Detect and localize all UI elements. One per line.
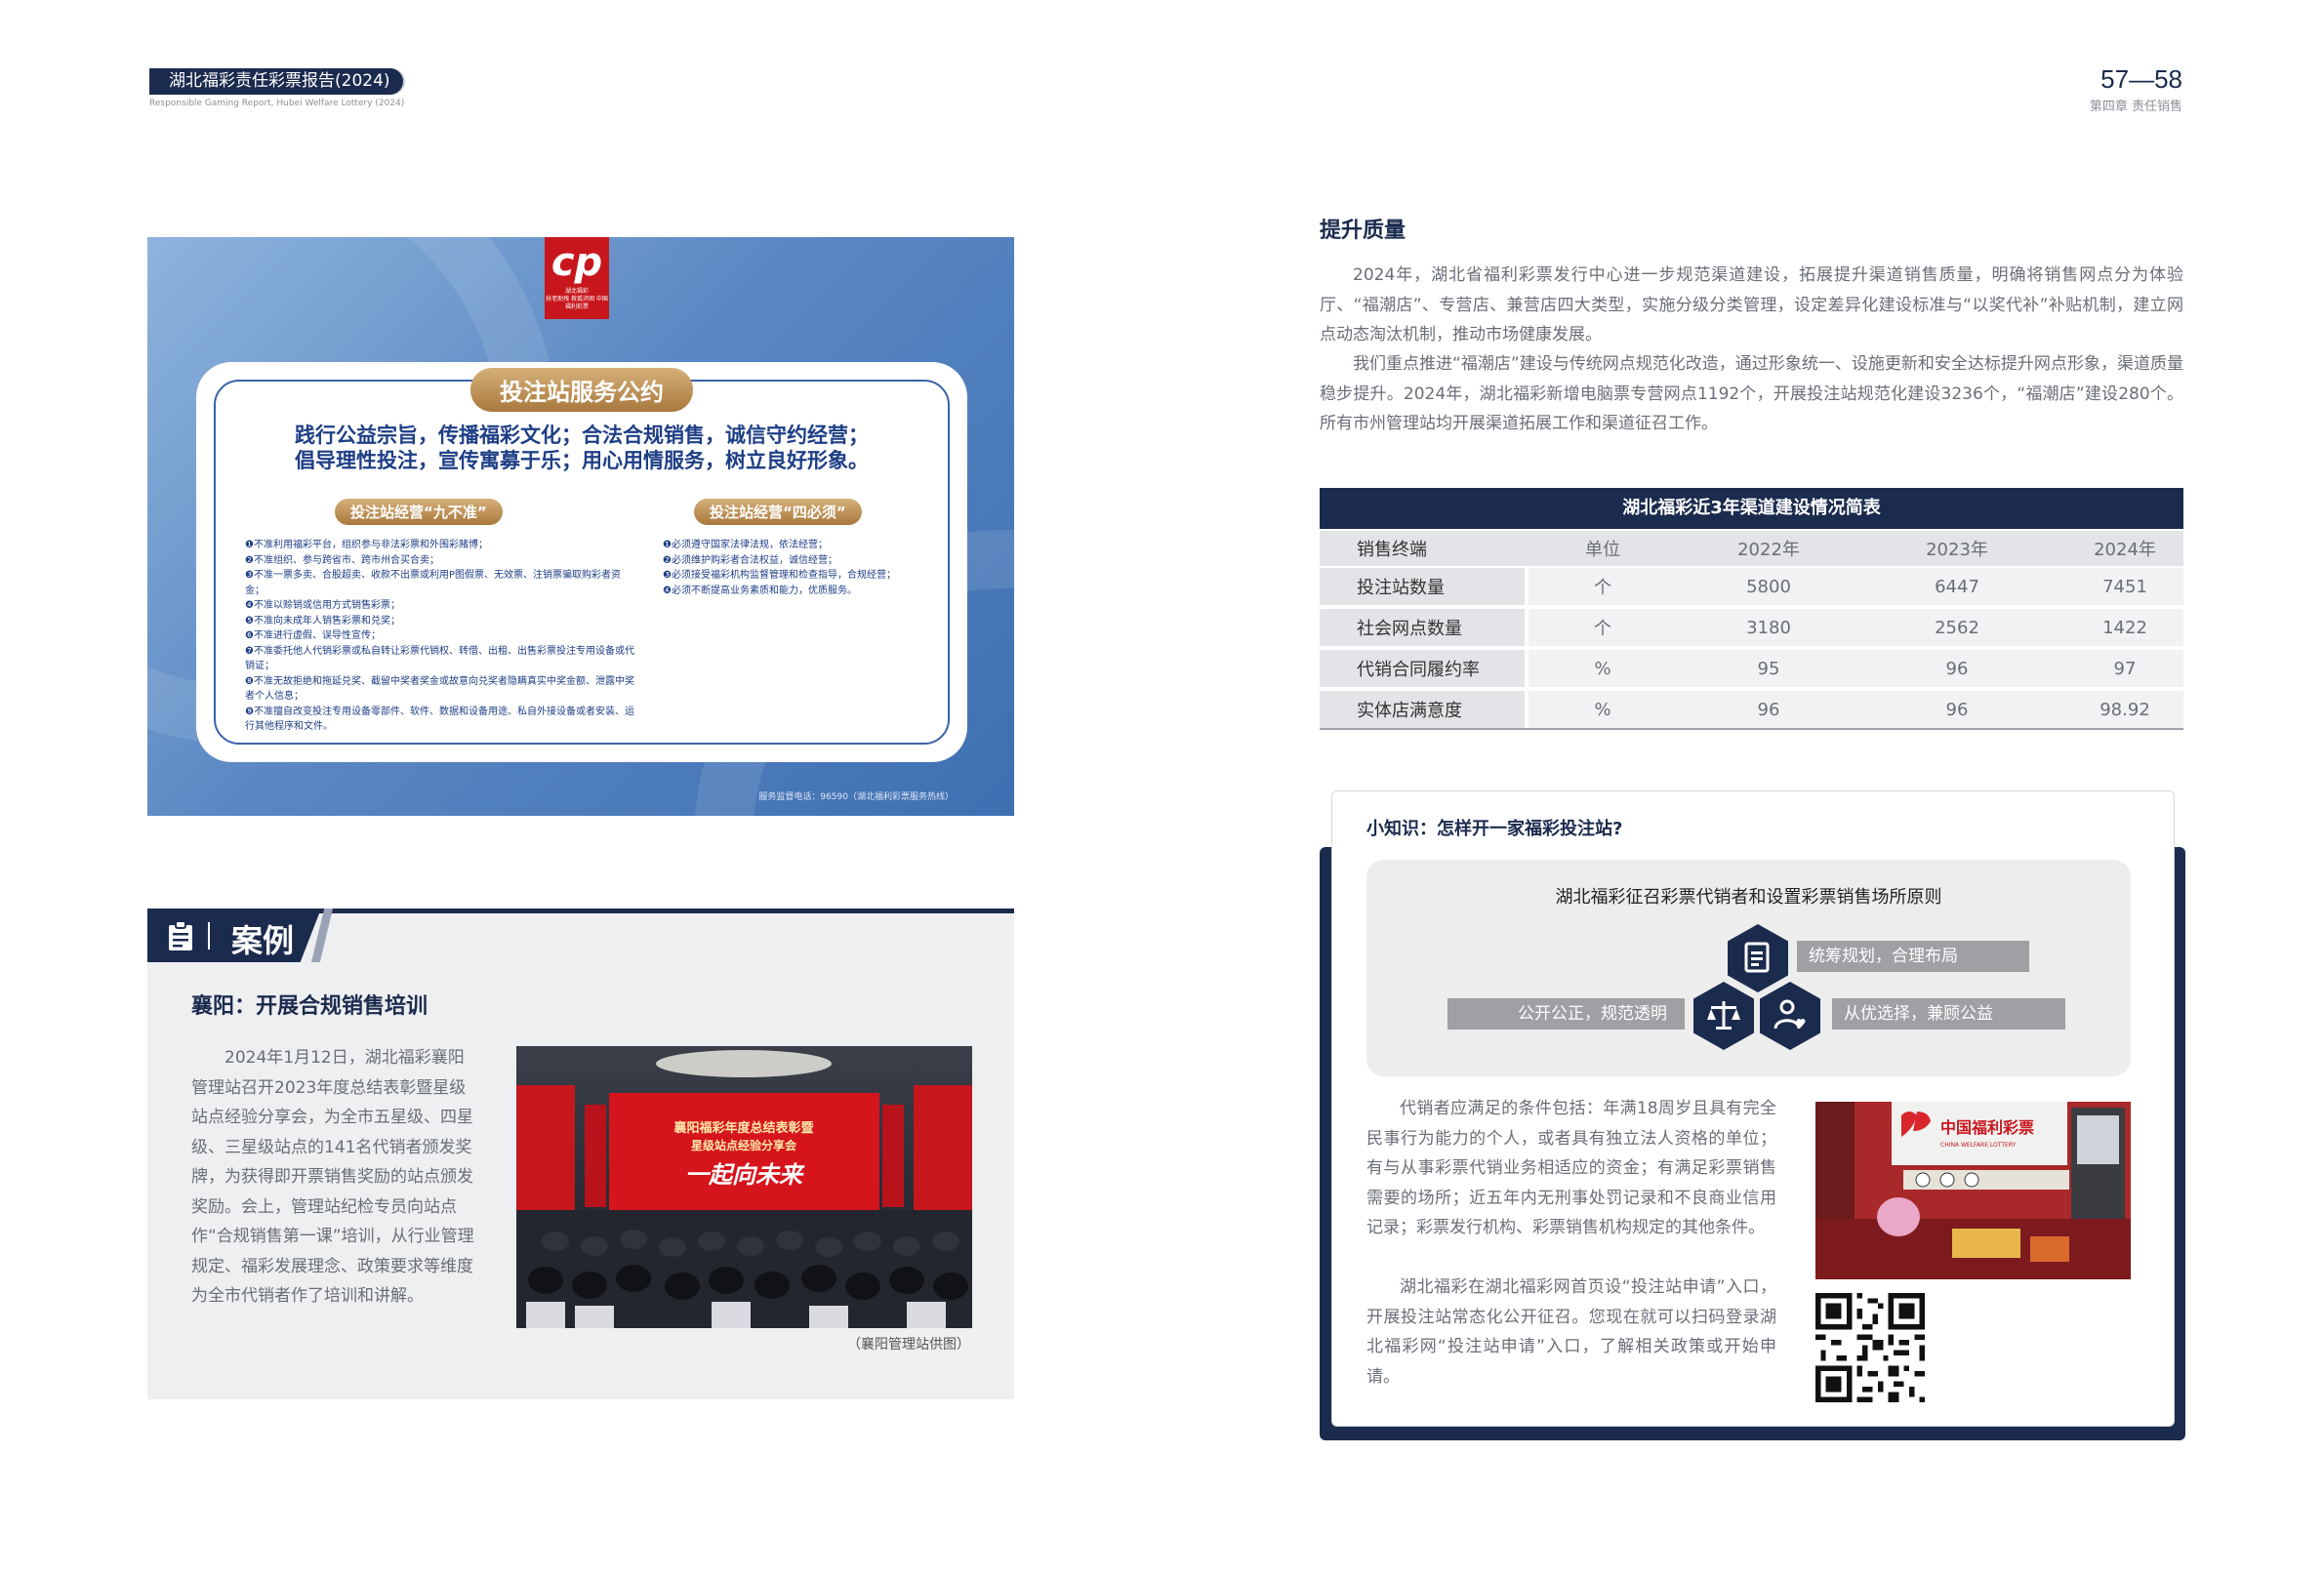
- table-row: 实体店满意度 % 96 96 98.92: [1320, 691, 2183, 728]
- case-panel: 案例 襄阳：开展合规销售培训 2024年1月12日，湖北福彩襄阳管理站召开202…: [147, 909, 1014, 1399]
- logo-caption: 湖北福彩 扶老助残 救孤济困 中国福利彩票: [546, 288, 608, 310]
- nine-prohibitions-list: ❶不准利用福彩平台，组织参与非法彩票和外围彩赌博； ❷不准组织、参与跨省市、跨市…: [245, 538, 635, 735]
- photo-banner-line-2: 星级站点经验分享会: [691, 1138, 797, 1152]
- promise-title: 投注站服务公约: [470, 368, 693, 412]
- photo-slogan: 一起向未来: [685, 1160, 805, 1189]
- four-musts-list: ❶必须遵守国家法律法规，依法经营； ❷必须维护购彩者合法权益，诚信经营； ❸必须…: [663, 538, 926, 598]
- row-label: 代销合同履约率: [1320, 650, 1525, 687]
- row-unit: 个: [1594, 578, 1611, 598]
- promise-board: 投注站服务公约 践行公益宗旨，传播福彩文化；合法合规销售，诚信守约经营； 倡导理…: [196, 362, 967, 762]
- store-sign: 中国福利彩票: [1940, 1118, 2034, 1137]
- case-tag-separator: [208, 922, 210, 950]
- principle-tag-planning: 统筹规划，合理布局: [1797, 941, 2029, 972]
- table-row: 投注站数量 个 5800 6447 7451: [1320, 568, 2183, 605]
- planning-hex: [1728, 924, 1788, 992]
- quality-paragraph-2: 我们重点推进“福潮店”建设与传统网点规范化改造，通过形象统一、设施更新和安全达标…: [1320, 354, 2183, 433]
- knowledge-title: 小知识：怎样开一家福彩投注站?: [1366, 819, 1623, 839]
- rule-item: ❷必须维护购彩者合法权益，诚信经营；: [663, 554, 837, 566]
- welfare-lottery-logo: cp 湖北福彩 扶老助残 救孤济困 中国福利彩票: [545, 237, 609, 319]
- quality-paragraph-1: 2024年，湖北省福利彩票发行中心进一步规范渠道建设，拓展提升渠道销售质量，明确…: [1320, 265, 2183, 344]
- rule-item: ❸不准一票多卖、合股超卖、收款不出票或利用P图假票、无效票、注销票骗取购彩者资金…: [245, 570, 621, 596]
- table-header-cell: 单位: [1585, 540, 1620, 560]
- principles-title: 湖北福彩征召彩票代销者和设置彩票销售场所原则: [1555, 887, 1942, 908]
- chapter-label: 第四章 责任销售: [2089, 100, 2182, 114]
- rule-item: ❻不准进行虚假、误导性宣传；: [245, 630, 381, 641]
- rule-item: ❾不准擅自改变投注专用设备零部件、软件、数据和设备用途、私自外接设备或者安装、运…: [245, 706, 634, 733]
- scales-icon: [1707, 1001, 1740, 1030]
- rule-item: ❸必须接受福彩机构监督管理和检查指导，合规经营；: [663, 570, 896, 581]
- nine-prohibitions-heading: 投注站经营“九不准”: [335, 499, 503, 525]
- four-musts-heading: 投注站经营“四必须”: [694, 499, 862, 525]
- rule-item: ❽不准无故拒绝和拖延兑奖、截留中奖者奖金或故意向兑奖者隐瞒真实中奖金额、泄露中奖…: [245, 675, 634, 703]
- report-spread: 湖北福彩责任彩票报告(2024) Responsible Gaming Repo…: [0, 0, 2324, 1576]
- table-header-row: 销售终端 单位 2022年 2023年 2024年: [1320, 531, 2183, 566]
- table-bottom-rule: [1320, 728, 2183, 730]
- promise-board-frame: 投注站服务公约 践行公益宗旨，传播福彩文化；合法合规销售，诚信守约经营； 倡导理…: [214, 368, 950, 745]
- row-value-2023: 6447: [1935, 576, 1979, 597]
- report-title: 湖北福彩责任彩票报告(2024): [149, 68, 403, 95]
- service-hotline: 服务监督电话：96590（湖北福利彩票服务热线）: [758, 792, 954, 802]
- case-photo-caption: （襄阳管理站供图）: [847, 1337, 970, 1353]
- row-value-2024: 97: [2113, 658, 2137, 679]
- row-value-2024: 98.92: [2100, 699, 2150, 720]
- case-tag: 案例: [147, 909, 321, 962]
- rule-item: ❹必须不断提高业务素质和能力，优质服务。: [663, 585, 857, 596]
- rule-item: ❺不准向未成年人销售彩票和兑奖；: [245, 615, 400, 626]
- table-header-cell: 2023年: [1926, 540, 1988, 560]
- case-text: 2024年1月12日，湖北福彩襄阳管理站召开2023年度总结表彰暨星级站点经验分…: [191, 1048, 474, 1306]
- rule-item: ❷不准组织、参与跨省市、跨市州合买合卖；: [245, 554, 439, 566]
- row-value-2024: 1422: [2102, 617, 2147, 638]
- store-sign-en: CHINA WELFARE LOTTERY: [1940, 1142, 2017, 1149]
- knowledge-paragraph-2: 湖北福彩在湖北福彩网首页设“投注站申请”入口，开展投注站常态化公开征召。您现在就…: [1366, 1277, 1776, 1387]
- table-title: 湖北福彩近3年渠道建设情况简表: [1320, 488, 2183, 529]
- section-title: 提升质量: [1320, 219, 1407, 243]
- fairness-hex: [1693, 982, 1754, 1050]
- principle-tag-selection: 从优选择，兼顾公益: [1832, 998, 2065, 1030]
- row-value-2023: 96: [1945, 699, 1969, 720]
- clipboard-icon: [169, 920, 192, 950]
- motto-line-2: 倡导理性投注，宣传寓募于乐；用心用情服务，树立良好形象。: [295, 449, 869, 472]
- report-title-en: Responsible Gaming Report, Hubei Welfare…: [149, 99, 405, 108]
- row-unit: %: [1594, 699, 1611, 720]
- document-icon: [1744, 942, 1770, 973]
- logo-glyph: cp: [550, 240, 603, 285]
- person-heart-icon: [1774, 999, 1806, 1030]
- table-header-cell: 2024年: [2094, 540, 2156, 560]
- selection-hex: [1760, 982, 1820, 1050]
- promise-motto: 践行公益宗旨，传播福彩文化；合法合规销售，诚信守约经营； 倡导理性投注，宣传寓募…: [216, 423, 948, 473]
- principle-tag-fairness: 公开公正，规范透明: [1447, 998, 1685, 1030]
- row-unit: 个: [1594, 619, 1611, 639]
- principles-panel: 湖北福彩征召彩票代销者和设置彩票销售场所原则 统筹规划，合理布局 公开公正，规范…: [1366, 860, 2131, 1076]
- row-label: 实体店满意度: [1320, 691, 1525, 728]
- knowledge-box: 小知识：怎样开一家福彩投注站? 湖北福彩征召彩票代销者和设置彩票销售场所原则 统…: [1331, 790, 2175, 1427]
- table-header-cell: 销售终端: [1357, 540, 1427, 560]
- row-label: 投注站数量: [1320, 568, 1525, 605]
- page-numbers: 57—58: [2100, 64, 2182, 94]
- table-row: 代销合同履约率 % 95 96 97: [1320, 650, 2183, 687]
- lottery-store-photo: 中国福利彩票 CHINA WELFARE LOTTERY: [1815, 1102, 2131, 1279]
- conference-photo: 襄阳福彩年度总结表彰暨 星级站点经验分享会 一起向未来: [516, 1046, 972, 1328]
- qr-code[interactable]: [1815, 1293, 1925, 1402]
- rule-item: ❹不准以赊销或信用方式销售彩票；: [245, 600, 400, 611]
- rule-item: ❶不准利用福彩平台，组织参与非法彩票和外围彩赌博；: [245, 540, 488, 550]
- knowledge-paragraph-1: 代销者应满足的条件包括：年满18周岁且具有完全民事行为能力的个人，或者具有独立法…: [1366, 1099, 1776, 1237]
- table-row: 社会网点数量 个 3180 2562 1422: [1320, 609, 2183, 646]
- row-value-2023: 96: [1945, 658, 1969, 679]
- store-photo: 中国福利彩票 CHINA WELFARE LOTTERY: [1815, 1102, 2131, 1279]
- case-label: 案例: [231, 922, 295, 959]
- photo-banner-line-1: 襄阳福彩年度总结表彰暨: [673, 1120, 813, 1136]
- row-unit: %: [1594, 658, 1611, 679]
- rule-item: ❶必须遵守国家法律法规，依法经营；: [663, 540, 828, 550]
- row-value-2023: 2562: [1935, 617, 1979, 638]
- row-value-2024: 7451: [2102, 576, 2147, 597]
- row-label: 社会网点数量: [1320, 609, 1525, 646]
- case-title: 襄阳：开展合规销售培训: [191, 994, 428, 1019]
- service-promise-image: cp 湖北福彩 扶老助残 救孤济困 中国福利彩票 投注站服务公约 践行公益宗旨，…: [147, 237, 1014, 816]
- motto-line-1: 践行公益宗旨，传播福彩文化；合法合规销售，诚信守约经营；: [295, 424, 869, 447]
- case-photo: 襄阳福彩年度总结表彰暨 星级站点经验分享会 一起向未来: [516, 1046, 972, 1328]
- rule-item: ❼不准委托他人代销彩票或私自转让彩票代销权、转借、出租、出售彩票投注专用设备或代…: [245, 645, 634, 672]
